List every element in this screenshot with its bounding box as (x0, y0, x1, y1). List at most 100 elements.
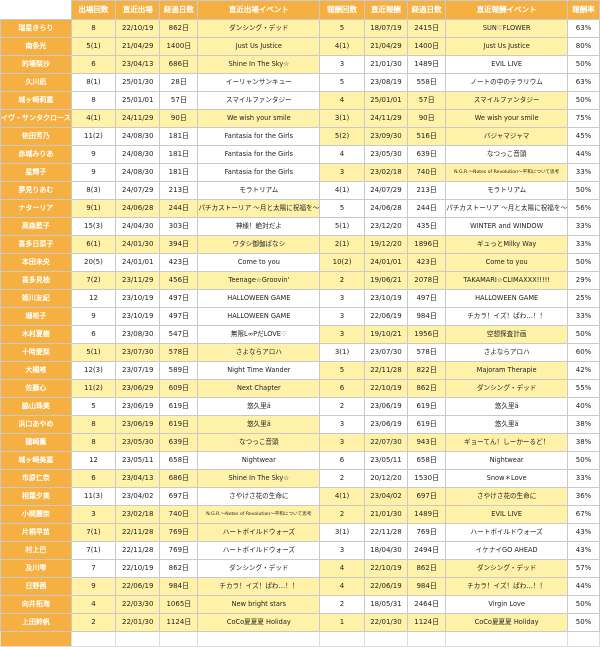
event-cell: ハートボイルドウォーズ (197, 541, 321, 560)
rcount-cell: 5 (319, 19, 365, 38)
event-cell: スマイルファンタジー (197, 91, 321, 110)
empty-cell (197, 631, 321, 647)
revent-cell: チカラ！イズ！ぱわ…！！ (445, 577, 569, 596)
table-row: 十時愛梨 5(1) 23/07/30 578日 さよならアロハ 3(1) 23/07/30 5… (0, 343, 600, 362)
rcount-cell: 3 (319, 325, 365, 344)
count-cell: 9(1) (70, 199, 117, 218)
rate-cell: 33% (567, 235, 600, 254)
rcount-cell: 1 (319, 613, 365, 632)
event-cell: Fantasia for the Girls (197, 127, 321, 146)
rate-cell: 63% (567, 73, 600, 92)
revent-cell: Come to you (445, 253, 569, 272)
days-cell: 181日 (159, 145, 199, 164)
idol-name-cell: 星輝子 (0, 163, 72, 182)
idol-name-cell: 本田未央 (0, 253, 72, 272)
date-cell: 22/10/19 (115, 559, 161, 578)
rdate-cell: 22/06/19 (363, 307, 409, 326)
event-cell: Come to you (197, 253, 321, 272)
idol-name-cell: 十時愛梨 (0, 343, 72, 362)
rate-cell: 38% (567, 415, 600, 434)
rdays-cell: 1124日 (407, 613, 447, 632)
rcount-cell: 3(1) (319, 523, 365, 542)
rdays-cell: 984日 (407, 307, 447, 326)
revent-cell: N.G.R.～Notes of Revolution～平和について思考 (445, 163, 569, 182)
rdays-cell: 435日 (407, 217, 447, 236)
event-cell: 悠久里ä (197, 397, 321, 416)
days-cell: 862日 (159, 559, 199, 578)
rcount-cell: 5 (319, 361, 365, 380)
rate-cell: 43% (567, 541, 600, 560)
empty-cell (115, 631, 161, 647)
table-row: 相葉夕美 11(3) 23/04/02 697日 さやけさ花の生命に 4(1) 23/04/… (0, 487, 600, 506)
days-cell: 697日 (159, 487, 199, 506)
count-cell: 5 (70, 397, 117, 416)
rate-cell: 44% (567, 145, 600, 164)
rcount-cell: 4 (319, 559, 365, 578)
date-cell: 24/08/30 (115, 127, 161, 146)
revent-cell: TAKAMARI☆CLIMAXXX!!!!! (445, 271, 569, 290)
days-cell: 303日 (159, 217, 199, 236)
rdays-cell: 2415日 (407, 19, 447, 38)
header-days-elapsed-2: 経過日数 (407, 0, 447, 20)
rdays-cell: 862日 (407, 379, 447, 398)
days-cell: 769日 (159, 541, 199, 560)
days-cell: 658日 (159, 451, 199, 470)
rate-cell: 33% (567, 163, 600, 182)
rate-cell: 50% (567, 91, 600, 110)
event-cell: CoCo夏夏夏 Holiday (197, 613, 321, 632)
days-cell: 769日 (159, 523, 199, 542)
date-cell: 23/04/13 (115, 55, 161, 74)
event-cell: Teenage☆Groovin' (197, 271, 321, 290)
days-cell: 497日 (159, 289, 199, 308)
rdate-cell: 23/05/11 (363, 451, 409, 470)
rdays-cell: 244日 (407, 199, 447, 218)
rate-cell: 50% (567, 451, 600, 470)
idol-name-cell: 浜口あやめ (0, 415, 72, 434)
corner-cell (0, 0, 72, 20)
event-cell: Fantasia for the Girls (197, 145, 321, 164)
rate-cell: 55% (567, 379, 600, 398)
rdays-cell: 1400日 (407, 37, 447, 56)
revent-cell: Majoram Therapie (445, 361, 569, 380)
revent-cell: スマイルファンタジー (445, 91, 569, 110)
empty-cell (363, 631, 409, 647)
table-row: 龍崎薫 8 23/05/30 639日 なつっこ音頭 3 22/07/30 943日 ギョーてん… (0, 433, 600, 452)
idol-name-cell: 脇山珠美 (0, 397, 72, 416)
rdate-cell: 23/04/02 (363, 487, 409, 506)
table-row: 市原仁奈 6 23/04/13 686日 Shine In The Sky☆ 2 20/12… (0, 469, 600, 488)
table-row: 片桐早苗 7(1) 22/11/28 769日 ハートボイルドウォーズ 3(1) 22/11… (0, 523, 600, 542)
idol-name-cell: 的場梨沙 (0, 55, 72, 74)
table-row: 村上巴 7(1) 22/11/28 769日 ハートボイルドウォーズ 3 18/04/30 2… (0, 541, 600, 560)
days-cell: 609日 (159, 379, 199, 398)
count-cell: 9 (70, 577, 117, 596)
header-recent-appearance: 直近出場 (115, 0, 161, 20)
count-cell: 8 (70, 433, 117, 452)
rate-cell: 50% (567, 181, 600, 200)
date-cell: 22/06/19 (115, 577, 161, 596)
days-cell: 90日 (159, 109, 199, 128)
count-cell: 11(2) (70, 127, 117, 146)
days-cell: 984日 (159, 577, 199, 596)
empty-cell (445, 631, 569, 647)
rate-cell: 38% (567, 433, 600, 452)
count-cell: 5(1) (70, 37, 117, 56)
days-cell: 686日 (159, 55, 199, 74)
rdate-cell: 21/01/30 (363, 55, 409, 74)
header-reward-count: 報酬回数 (319, 0, 365, 20)
event-cell: チカラ！イズ！ぱわ…！！ (197, 577, 321, 596)
days-cell: 28日 (159, 73, 199, 92)
rdays-cell: 619日 (407, 397, 447, 416)
idol-name-cell: 喜多日菜子 (0, 235, 72, 254)
rate-cell: 50% (567, 613, 600, 632)
revent-cell: WINTER and WINDOW (445, 217, 569, 236)
rdays-cell: 822日 (407, 361, 447, 380)
date-cell: 23/06/19 (115, 397, 161, 416)
date-cell: 24/01/30 (115, 235, 161, 254)
days-cell: 619日 (159, 415, 199, 434)
event-cell: 無限L∞PだLOVE♡ (197, 325, 321, 344)
table-row: 浜口あやめ 8 23/06/19 619日 悠久里ä 3 23/06/19 619日 悠久里ä 3… (0, 415, 600, 434)
revent-cell: 悠久里ä (445, 415, 569, 434)
count-cell: 6 (70, 55, 117, 74)
rate-cell: 67% (567, 505, 600, 524)
event-cell: なつっこ音頭 (197, 433, 321, 452)
